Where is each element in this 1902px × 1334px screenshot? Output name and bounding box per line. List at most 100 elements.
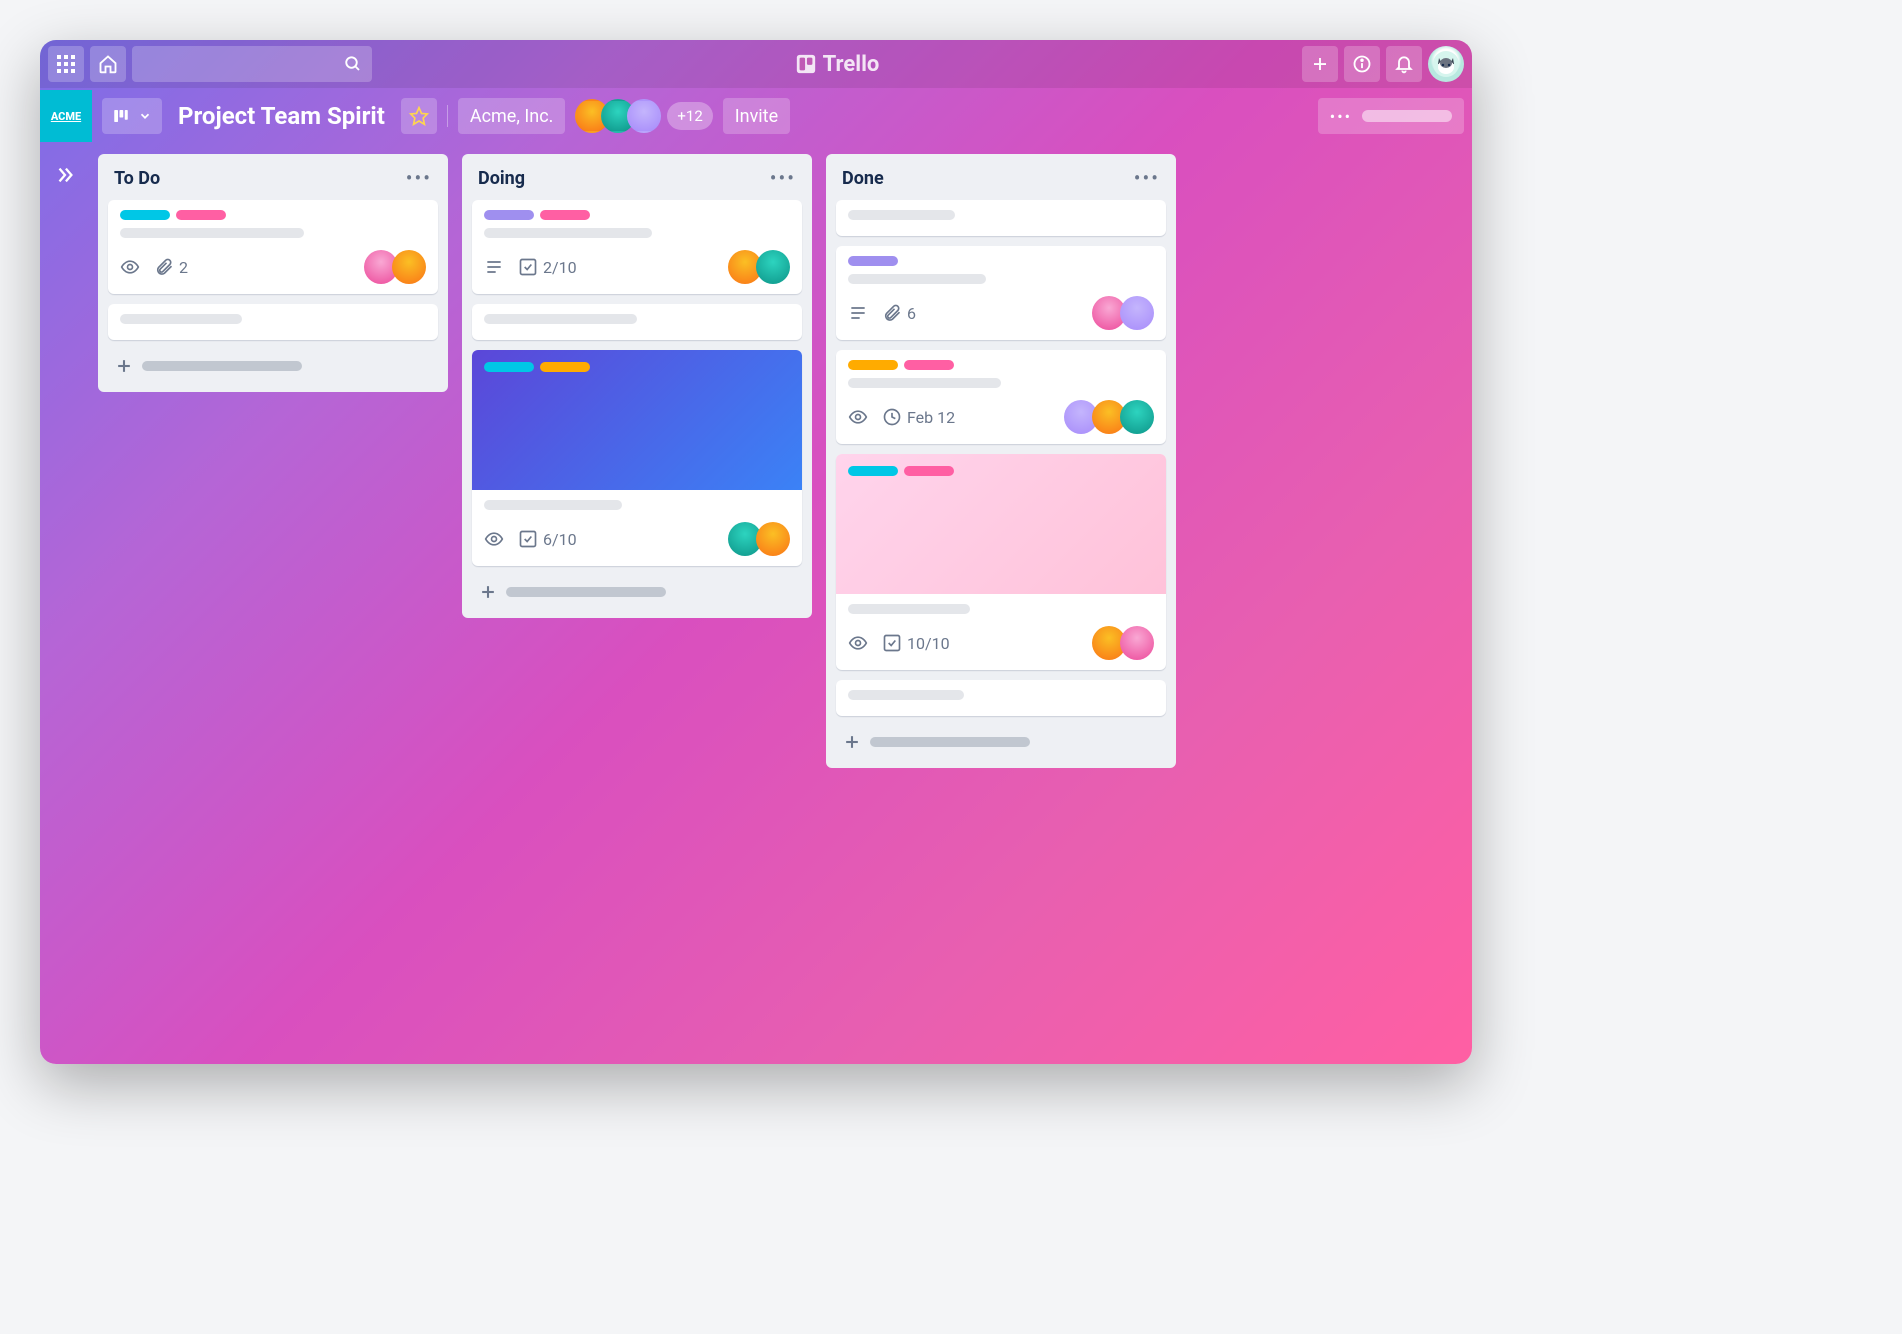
team-button[interactable]: Acme, Inc.	[458, 98, 566, 134]
card[interactable]	[836, 200, 1166, 236]
card[interactable]: 2	[108, 200, 438, 294]
list-menu-button[interactable]: •••	[1134, 166, 1160, 190]
attachments-count: 2	[179, 258, 188, 277]
card[interactable]: 6/10	[472, 350, 802, 566]
label-cyan[interactable]	[120, 210, 170, 220]
member-avatar[interactable]	[627, 99, 661, 133]
eye-icon	[484, 529, 504, 549]
card[interactable]: 10/10	[836, 454, 1166, 670]
list-menu-button[interactable]: •••	[770, 166, 796, 190]
notifications-button[interactable]	[1386, 46, 1422, 82]
create-button[interactable]	[1302, 46, 1338, 82]
sidebar-expand-button[interactable]	[40, 154, 90, 1064]
description-icon	[848, 303, 868, 323]
card[interactable]	[108, 304, 438, 340]
apps-launcher-button[interactable]	[48, 46, 84, 82]
member-avatar[interactable]	[756, 522, 790, 556]
card-cover	[472, 350, 802, 490]
card-title-placeholder	[484, 228, 652, 238]
apps-icon	[57, 55, 75, 73]
list-title[interactable]: Doing	[478, 168, 525, 189]
invite-label: Invite	[735, 106, 778, 127]
member-avatar[interactable]	[756, 250, 790, 284]
card-labels	[848, 360, 1154, 370]
paperclip-icon	[882, 303, 902, 323]
chevron-double-right-icon	[54, 164, 76, 186]
card[interactable]	[472, 304, 802, 340]
board-view-switcher[interactable]	[102, 98, 162, 134]
due-date-text: Feb 12	[907, 408, 955, 427]
board-title[interactable]: Project Team Spirit	[172, 102, 391, 130]
card-title-placeholder	[120, 314, 242, 324]
app-window: Trello ACME Project Team Spirit Acme, In	[40, 40, 1472, 1064]
divider	[447, 105, 448, 127]
card-title-placeholder	[848, 378, 1001, 388]
card-title-placeholder	[484, 314, 637, 324]
trello-logo-icon	[795, 53, 817, 75]
label-yellow[interactable]	[848, 360, 898, 370]
list-doing: Doing •••	[462, 154, 812, 618]
home-icon	[98, 54, 118, 74]
card[interactable]: Feb 12	[836, 350, 1166, 444]
board-icon	[112, 107, 130, 125]
card[interactable]: 2/10	[472, 200, 802, 294]
card-title-placeholder	[484, 500, 622, 510]
label-purple[interactable]	[484, 210, 534, 220]
label-purple[interactable]	[848, 256, 898, 266]
add-card-button[interactable]	[472, 576, 802, 608]
eye-icon	[848, 633, 868, 653]
search-input[interactable]	[132, 46, 372, 82]
list-menu-button[interactable]: •••	[406, 166, 432, 190]
checklist-badge: 10/10	[882, 633, 950, 653]
bell-icon	[1394, 54, 1414, 74]
description-badge	[848, 303, 868, 323]
home-button[interactable]	[90, 46, 126, 82]
label-cyan[interactable]	[484, 362, 534, 372]
user-avatar[interactable]	[1428, 46, 1464, 82]
due-date-badge: Feb 12	[882, 407, 955, 427]
list-title[interactable]: To Do	[114, 168, 160, 189]
paperclip-icon	[154, 257, 174, 277]
attachments-count: 6	[907, 304, 916, 323]
star-board-button[interactable]	[401, 98, 437, 134]
label-pink[interactable]	[904, 360, 954, 370]
member-avatar[interactable]	[1120, 626, 1154, 660]
card-title-placeholder	[848, 274, 986, 284]
eye-icon	[120, 257, 140, 277]
checklist-badge: 2/10	[518, 257, 577, 277]
card-cover	[836, 454, 1166, 594]
description-badge	[484, 257, 504, 277]
label-pink[interactable]	[904, 466, 954, 476]
add-card-button[interactable]	[108, 350, 438, 382]
card[interactable]	[836, 680, 1166, 716]
app-brand: Trello	[378, 52, 1296, 77]
info-button[interactable]	[1344, 46, 1380, 82]
card-labels	[484, 210, 790, 220]
label-cyan[interactable]	[848, 466, 898, 476]
attachments-badge: 6	[882, 303, 916, 323]
menu-dots-icon: •••	[1330, 107, 1352, 126]
member-avatar[interactable]	[1120, 400, 1154, 434]
board-menu-button[interactable]: •••	[1318, 98, 1464, 134]
label-pink[interactable]	[540, 210, 590, 220]
member-avatar[interactable]	[392, 250, 426, 284]
watch-badge	[484, 529, 504, 549]
workspace-badge[interactable]: ACME	[40, 90, 92, 142]
invite-button[interactable]: Invite	[723, 98, 790, 134]
label-pink[interactable]	[176, 210, 226, 220]
card-members	[734, 250, 790, 284]
label-yellow[interactable]	[540, 362, 590, 372]
extra-members-count[interactable]: +12	[667, 102, 712, 130]
checklist-icon	[518, 257, 538, 277]
list-title[interactable]: Done	[842, 168, 884, 189]
card[interactable]: 6	[836, 246, 1166, 340]
member-avatar[interactable]	[1120, 296, 1154, 330]
search-icon	[344, 55, 362, 73]
description-icon	[484, 257, 504, 277]
checklist-icon	[882, 633, 902, 653]
add-card-button[interactable]	[836, 726, 1166, 758]
board-members[interactable]	[575, 99, 661, 133]
card-labels	[848, 256, 1154, 266]
topbar: Trello	[40, 40, 1472, 88]
board-body: To Do •••	[40, 144, 1472, 1064]
